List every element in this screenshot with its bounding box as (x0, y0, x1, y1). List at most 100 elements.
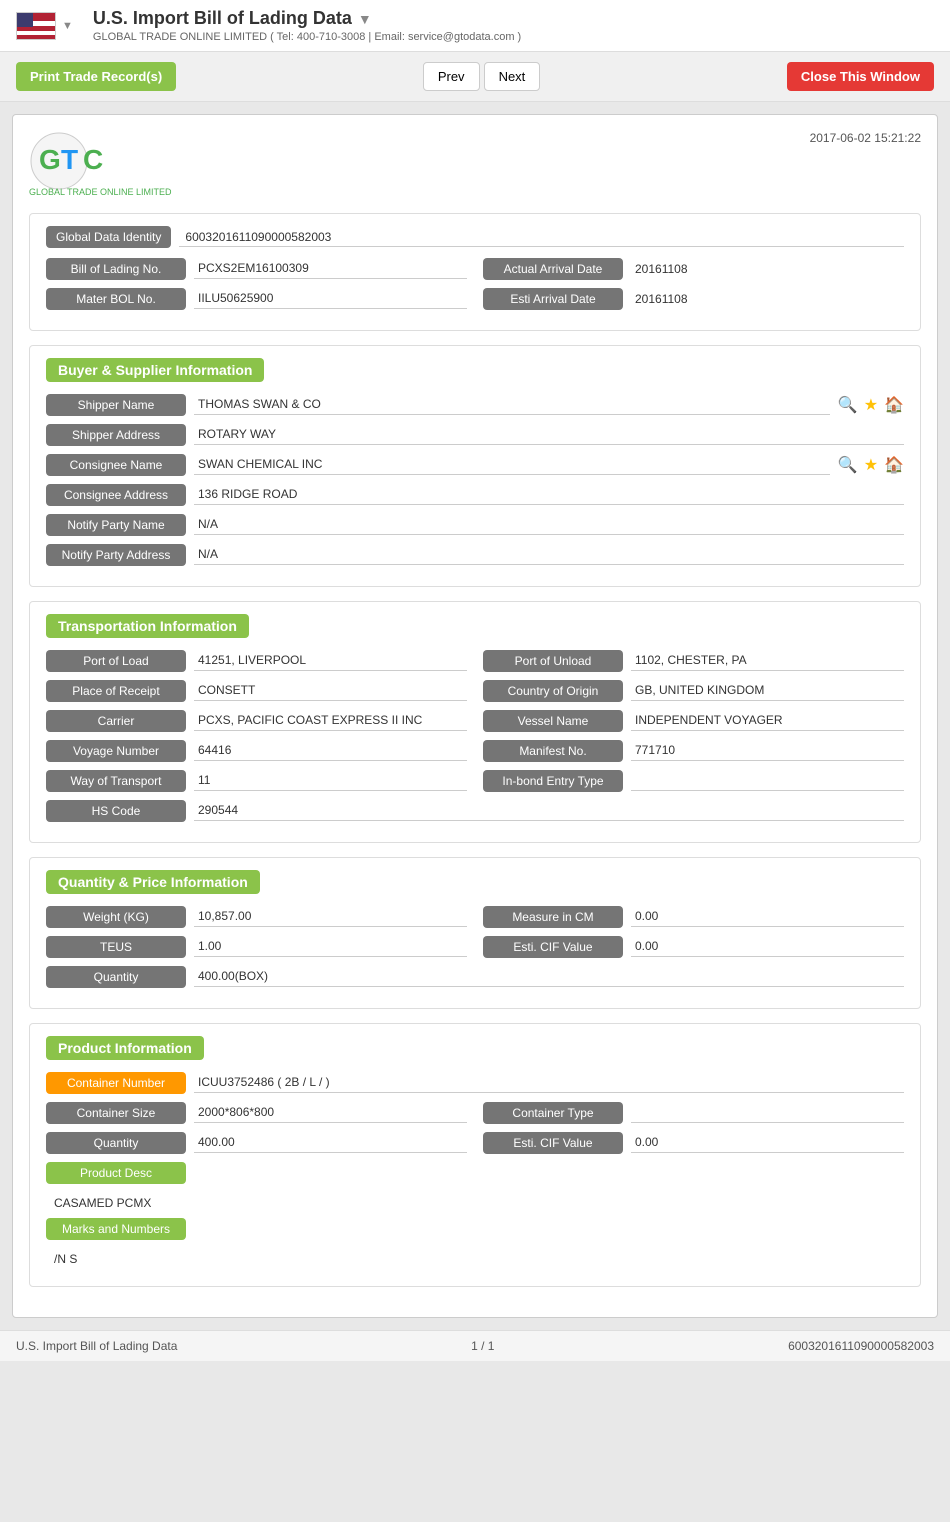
shipper-search-icon[interactable]: 🔍 (838, 395, 858, 415)
vessel-name-label: Vessel Name (483, 710, 623, 732)
prev-button[interactable]: Prev (423, 62, 480, 91)
identity-card: Global Data Identity 6003201611090000582… (29, 213, 921, 331)
shipper-name-label: Shipper Name (46, 394, 186, 416)
title-area: U.S. Import Bill of Lading Data ▼ GLOBAL… (93, 8, 934, 43)
quantity-price-card: Quantity & Price Information Weight (KG)… (29, 857, 921, 1009)
marks-numbers-row: Marks and Numbers (46, 1218, 904, 1240)
esti-cif-label: Esti. CIF Value (483, 936, 623, 958)
us-flag-icon (16, 12, 56, 40)
gto-logo-svg: G T C (29, 131, 159, 191)
inbond-entry-field: In-bond Entry Type (483, 770, 904, 792)
product-esti-cif-label: Esti. CIF Value (483, 1132, 623, 1154)
product-quantity-field: Quantity 400.00 (46, 1132, 467, 1154)
page-title: U.S. Import Bill of Lading Data ▼ (93, 8, 372, 29)
title-dropdown-icon[interactable]: ▼ (358, 11, 372, 27)
teus-cif-row: TEUS 1.00 Esti. CIF Value 0.00 (46, 936, 904, 958)
esti-arrival-label: Esti Arrival Date (483, 288, 623, 310)
master-bol-field: Mater BOL No. IILU50625900 (46, 288, 467, 310)
way-of-transport-field: Way of Transport 11 (46, 770, 467, 792)
notify-party-address-row: Notify Party Address N/A (46, 544, 904, 566)
measure-field: Measure in CM 0.00 (483, 906, 904, 928)
buyer-supplier-card: Buyer & Supplier Information Shipper Nam… (29, 345, 921, 587)
container-type-field: Container Type (483, 1102, 904, 1124)
action-bar: Print Trade Record(s) Prev Next Close Th… (0, 52, 950, 102)
bol-row: Bill of Lading No. PCXS2EM16100309 Actua… (46, 258, 904, 280)
logo-subtitle: GLOBAL TRADE ONLINE LIMITED (29, 187, 172, 197)
hs-code-value: 290544 (194, 801, 904, 821)
bol-field: Bill of Lading No. PCXS2EM16100309 (46, 258, 467, 280)
product-esti-cif-value: 0.00 (631, 1133, 904, 1153)
product-desc-label: Product Desc (46, 1162, 186, 1184)
weight-value: 10,857.00 (194, 907, 467, 927)
port-of-load-value: 41251, LIVERPOOL (194, 651, 467, 671)
global-data-row: Global Data Identity 6003201611090000582… (46, 226, 904, 248)
inbond-entry-value (631, 771, 904, 791)
product-esti-cif-field: Esti. CIF Value 0.00 (483, 1132, 904, 1154)
master-bol-row: Mater BOL No. IILU50625900 Esti Arrival … (46, 288, 904, 310)
way-of-transport-label: Way of Transport (46, 770, 186, 792)
container-number-row: Container Number ICUU3752486 ( 2B / L / … (46, 1072, 904, 1094)
port-of-unload-value: 1102, CHESTER, PA (631, 651, 904, 671)
timestamp: 2017-06-02 15:21:22 (810, 131, 921, 145)
shipper-name-value: THOMAS SWAN & CO (194, 395, 830, 415)
main-content: G T C GLOBAL TRADE ONLINE LIMITED 2017-0… (12, 114, 938, 1318)
shipper-home-icon[interactable]: 🏠 (884, 395, 904, 415)
page-footer: U.S. Import Bill of Lading Data 1 / 1 60… (0, 1330, 950, 1361)
marks-numbers-label: Marks and Numbers (46, 1218, 186, 1240)
next-button[interactable]: Next (484, 62, 541, 91)
flag-dropdown-arrow[interactable]: ▼ (62, 20, 73, 32)
voyage-number-label: Voyage Number (46, 740, 186, 762)
product-desc-row: Product Desc (46, 1162, 904, 1184)
svg-text:G: G (39, 144, 61, 175)
page-subtitle: GLOBAL TRADE ONLINE LIMITED ( Tel: 400-7… (93, 31, 934, 43)
esti-arrival-field: Esti Arrival Date 20161108 (483, 288, 904, 310)
shipper-name-row: Shipper Name THOMAS SWAN & CO 🔍 ★ 🏠 (46, 394, 904, 416)
country-of-origin-label: Country of Origin (483, 680, 623, 702)
place-of-receipt-value: CONSETT (194, 681, 467, 701)
consignee-icons: 🔍 ★ 🏠 (838, 455, 904, 475)
quantity-price-header: Quantity & Price Information (46, 870, 260, 894)
consignee-search-icon[interactable]: 🔍 (838, 455, 858, 475)
manifest-no-field: Manifest No. 771710 (483, 740, 904, 762)
voyage-manifest-row: Voyage Number 64416 Manifest No. 771710 (46, 740, 904, 762)
notify-party-address-value: N/A (194, 545, 904, 565)
consignee-home-icon[interactable]: 🏠 (884, 455, 904, 475)
voyage-number-value: 64416 (194, 741, 467, 761)
container-type-value (631, 1103, 904, 1123)
transportation-header: Transportation Information (46, 614, 249, 638)
inbond-entry-label: In-bond Entry Type (483, 770, 623, 792)
carrier-label: Carrier (46, 710, 186, 732)
master-bol-value: IILU50625900 (194, 289, 467, 309)
product-quantity-label: Quantity (46, 1132, 186, 1154)
product-info-card: Product Information Container Number ICU… (29, 1023, 921, 1287)
container-type-label: Container Type (483, 1102, 623, 1124)
print-button[interactable]: Print Trade Record(s) (16, 62, 176, 91)
measure-label: Measure in CM (483, 906, 623, 928)
consignee-star-icon[interactable]: ★ (864, 455, 878, 475)
container-size-field: Container Size 2000*806*800 (46, 1102, 467, 1124)
container-size-label: Container Size (46, 1102, 186, 1124)
notify-party-address-label: Notify Party Address (46, 544, 186, 566)
buyer-supplier-header: Buyer & Supplier Information (46, 358, 264, 382)
carrier-vessel-row: Carrier PCXS, PACIFIC COAST EXPRESS II I… (46, 710, 904, 732)
container-number-value: ICUU3752486 ( 2B / L / ) (194, 1073, 904, 1093)
shipper-address-label: Shipper Address (46, 424, 186, 446)
product-desc-value: CASAMED PCMX (46, 1192, 904, 1218)
transportation-card: Transportation Information Port of Load … (29, 601, 921, 843)
svg-text:T: T (61, 144, 78, 175)
page-title-text: U.S. Import Bill of Lading Data (93, 8, 352, 29)
teus-label: TEUS (46, 936, 186, 958)
shipper-star-icon[interactable]: ★ (864, 395, 878, 415)
close-button[interactable]: Close This Window (787, 62, 934, 91)
footer-left: U.S. Import Bill of Lading Data (16, 1339, 177, 1353)
teus-value: 1.00 (194, 937, 467, 957)
esti-arrival-value: 20161108 (631, 290, 904, 308)
consignee-name-row: Consignee Name SWAN CHEMICAL INC 🔍 ★ 🏠 (46, 454, 904, 476)
voyage-number-field: Voyage Number 64416 (46, 740, 467, 762)
top-bar: ▼ U.S. Import Bill of Lading Data ▼ GLOB… (0, 0, 950, 52)
quantity-value: 400.00(BOX) (194, 967, 904, 987)
bol-label: Bill of Lading No. (46, 258, 186, 280)
shipper-address-row: Shipper Address ROTARY WAY (46, 424, 904, 446)
bol-value: PCXS2EM16100309 (194, 259, 467, 279)
consignee-name-value: SWAN CHEMICAL INC (194, 455, 830, 475)
